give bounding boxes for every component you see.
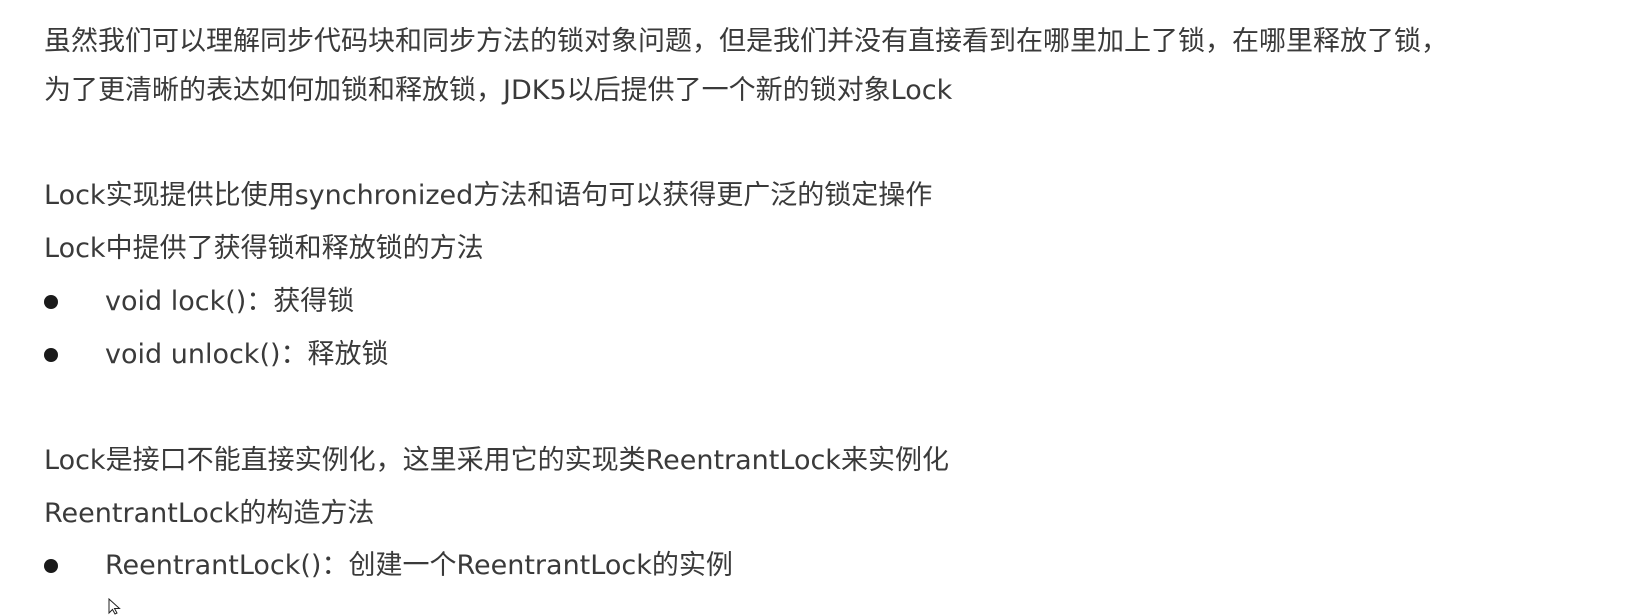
- document-page: 虽然我们可以理解同步代码块和同步方法的锁对象问题，但是我们并没有直接看到在哪里加…: [0, 0, 1632, 615]
- list-item-text: ReentrantLock()：创建一个ReentrantLock的实例: [105, 550, 733, 581]
- intro-paragraph-line-2: 为了更清晰的表达如何加锁和释放锁，JDK5以后提供了一个新的锁对象Lock: [44, 75, 953, 106]
- bullet-dot-icon: [44, 295, 58, 309]
- bullet-dot-icon: [44, 559, 58, 573]
- lock-interface-note: Lock是接口不能直接实例化，这里采用它的实现类ReentrantLock来实例…: [44, 445, 949, 476]
- lock-description: Lock实现提供比使用synchronized方法和语句可以获得更广泛的锁定操作: [44, 180, 933, 211]
- list-item-text: void unlock()：释放锁: [105, 339, 389, 370]
- constructor-heading: ReentrantLock的构造方法: [44, 498, 375, 529]
- bullet-dot-icon: [44, 348, 58, 362]
- lock-methods-heading: Lock中提供了获得锁和释放锁的方法: [44, 233, 484, 264]
- intro-paragraph-line-1: 虽然我们可以理解同步代码块和同步方法的锁对象问题，但是我们并没有直接看到在哪里加…: [44, 26, 1448, 57]
- list-item-text: void lock()：获得锁: [105, 286, 355, 317]
